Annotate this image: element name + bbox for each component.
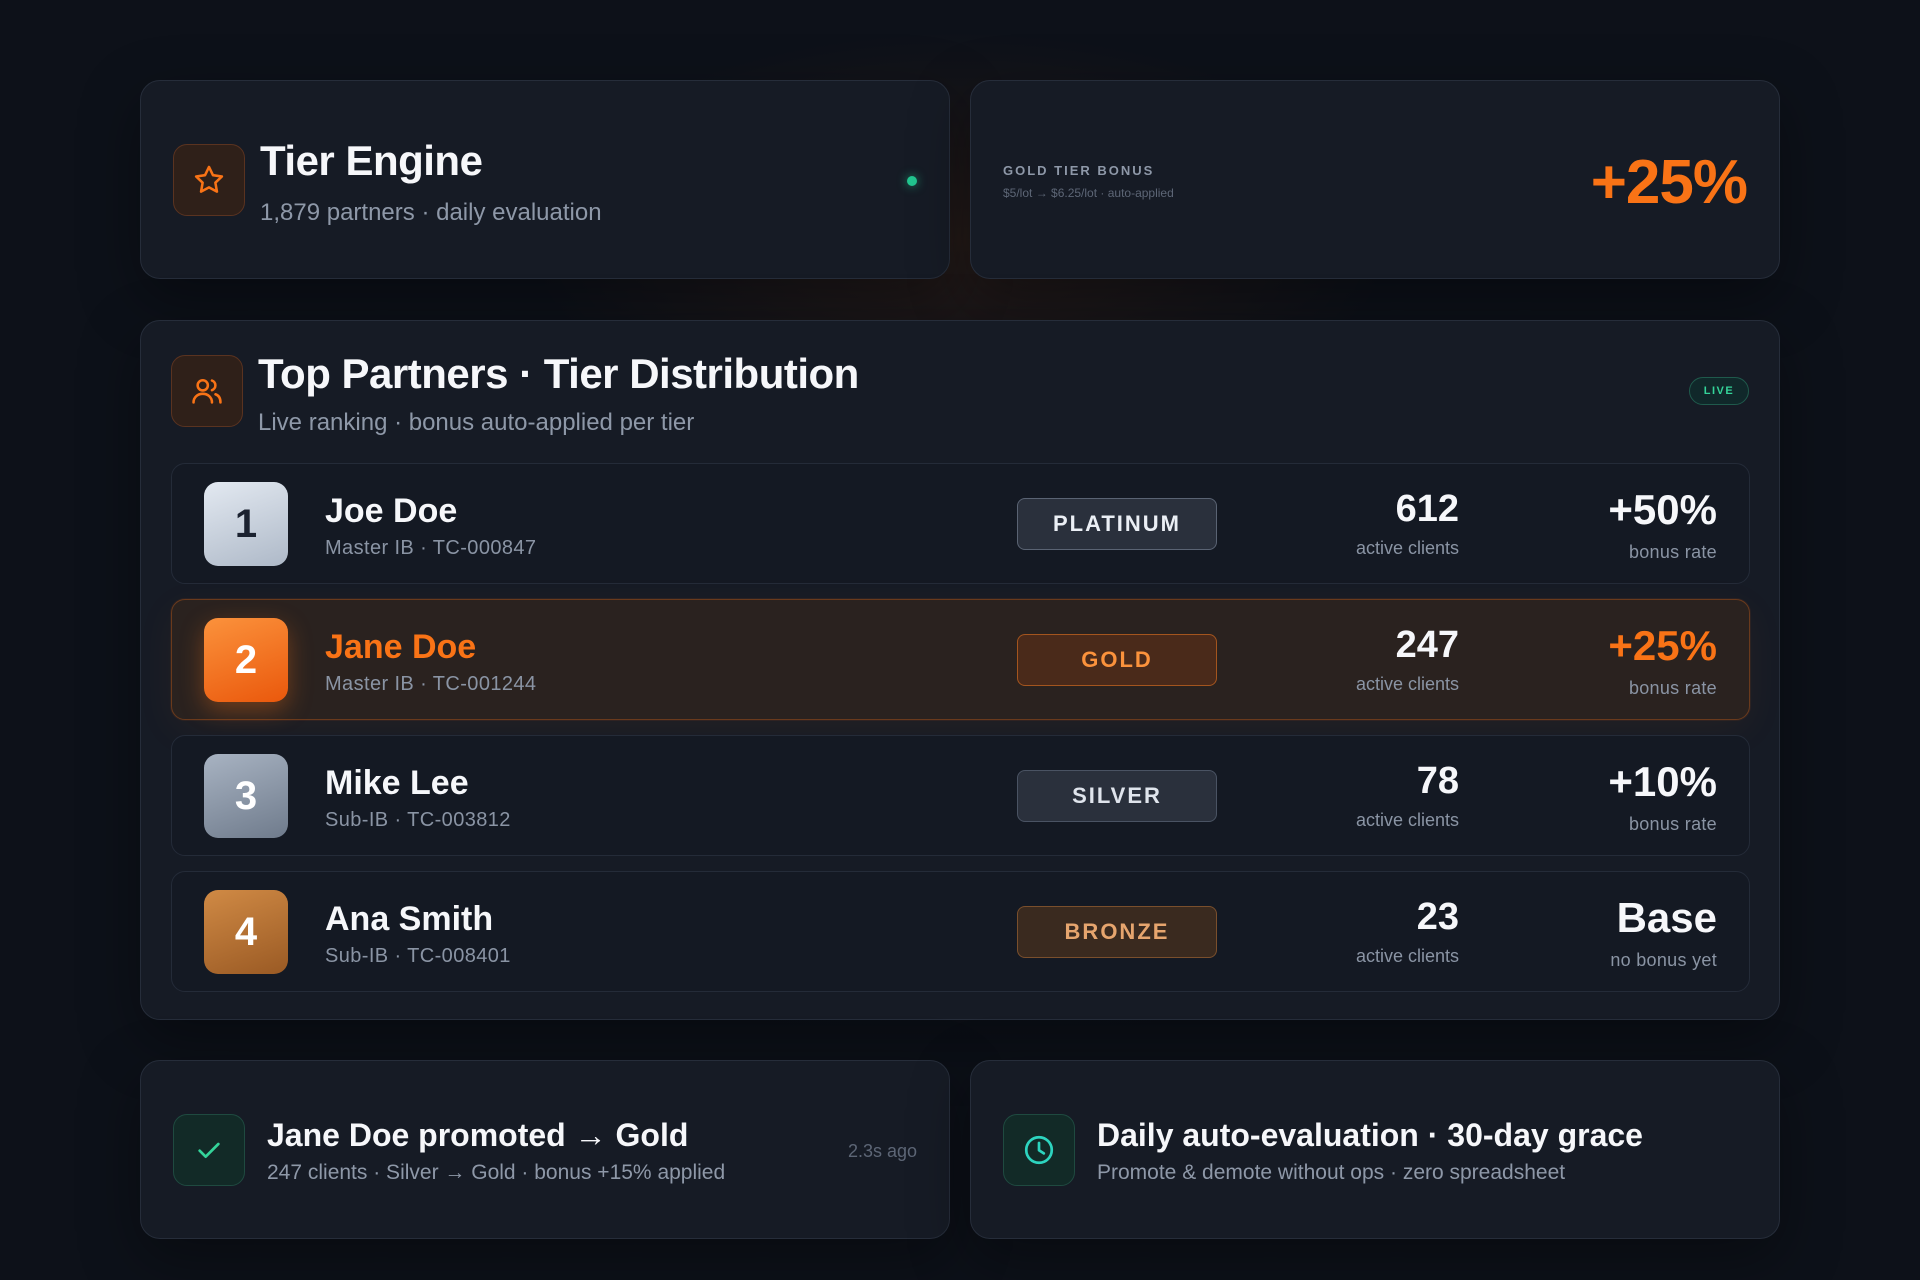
rank-badge: 2 [204, 618, 288, 702]
bonus-rate-label: bonus rate [1628, 814, 1717, 834]
rank-badge: 1 [204, 482, 288, 566]
status-indicator [907, 176, 917, 186]
gold-bonus-card: GOLD TIER BONUS $5/lot → $6.25/lot · aut… [970, 80, 1780, 279]
top-partners-card: Top Partners · Tier Distribution Live ra… [140, 320, 1780, 1020]
active-clients-label: active clients [1355, 674, 1459, 694]
promotion-event-card: Jane Doe promoted → Gold 247 clients · S… [140, 1060, 950, 1239]
partner-row[interactable]: 3 Mike Lee Sub-IB · TC-003812 SILVER 78 … [171, 735, 1750, 856]
active-clients-count: 23 [1416, 896, 1459, 938]
active-clients-label: active clients [1355, 538, 1459, 558]
daily-evaluation-card: Daily auto-evaluation · 30-day grace Pro… [970, 1060, 1780, 1239]
clock-icon [1003, 1114, 1075, 1186]
partner-meta: Master IB · TC-000847 [325, 537, 537, 559]
bonus-rate-label: no bonus yet [1610, 950, 1717, 970]
promotion-timestamp: 2.3s ago [847, 1141, 917, 1161]
check-icon [173, 1114, 245, 1186]
partners-title: Top Partners · Tier Distribution [258, 350, 859, 397]
tier-badge: PLATINUM [1017, 498, 1217, 550]
active-clients-count: 612 [1395, 488, 1459, 530]
rank-badge: 3 [204, 754, 288, 838]
partner-meta: Sub-IB · TC-008401 [325, 945, 511, 967]
tier-badge: SILVER [1017, 770, 1217, 822]
tier-badge: BRONZE [1017, 906, 1217, 958]
bonus-value: +25% [1590, 148, 1748, 217]
bonus-detail: $5/lot → $6.25/lot · auto-applied [1003, 186, 1174, 200]
active-clients-label: active clients [1355, 810, 1459, 830]
partner-row[interactable]: 2 Jane Doe Master IB · TC-001244 GOLD 24… [171, 599, 1750, 720]
partner-row[interactable]: 1 Joe Doe Master IB · TC-000847 PLATINUM… [171, 463, 1750, 584]
active-clients-count: 247 [1395, 624, 1459, 666]
star-icon [173, 144, 245, 216]
bonus-label: GOLD TIER BONUS [1003, 163, 1155, 178]
partner-name: Joe Doe [325, 492, 458, 530]
evaluation-subtitle: Promote & demote without ops · zero spre… [1097, 1161, 1566, 1184]
partners-subtitle: Live ranking · bonus auto-applied per ti… [258, 409, 695, 436]
bonus-rate-label: bonus rate [1628, 542, 1717, 562]
tier-badge: GOLD [1017, 634, 1217, 686]
bonus-rate-label: bonus rate [1628, 678, 1717, 698]
bonus-rate: +25% [1608, 622, 1717, 669]
promotion-title: Jane Doe promoted → Gold [267, 1117, 689, 1153]
evaluation-title: Daily auto-evaluation · 30-day grace [1097, 1117, 1643, 1153]
engine-subtitle: 1,879 partners · daily evaluation [260, 199, 602, 226]
partner-name: Mike Lee [325, 764, 469, 802]
bonus-rate: Base [1616, 894, 1717, 941]
bonus-rate: +10% [1608, 758, 1717, 805]
live-badge: LIVE [1689, 377, 1749, 405]
partner-name: Ana Smith [325, 900, 494, 938]
engine-title: Tier Engine [260, 137, 483, 184]
active-clients-count: 78 [1416, 760, 1459, 802]
partner-meta: Master IB · TC-001244 [325, 673, 537, 695]
promotion-subtitle: 247 clients · Silver → Gold · bonus +15%… [267, 1161, 726, 1184]
bonus-rate: +50% [1608, 486, 1717, 533]
partner-row[interactable]: 4 Ana Smith Sub-IB · TC-008401 BRONZE 23… [171, 871, 1750, 992]
active-clients-label: active clients [1355, 946, 1459, 966]
partner-name: Jane Doe [325, 628, 477, 666]
partner-meta: Sub-IB · TC-003812 [325, 809, 511, 831]
rank-badge: 4 [204, 890, 288, 974]
users-icon [171, 355, 243, 427]
tier-engine-card: Tier Engine 1,879 partners · daily evalu… [140, 80, 950, 279]
